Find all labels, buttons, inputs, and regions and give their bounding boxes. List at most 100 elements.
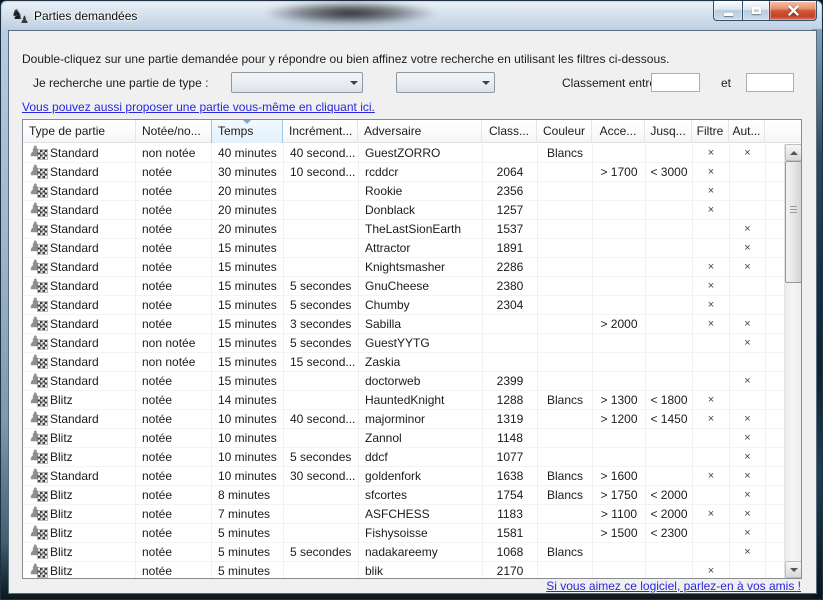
cell-rated: notée [136,296,212,314]
table-row[interactable]: ♟Standardnotée15 minutes5 secondesChumby… [23,296,784,315]
cell-above [593,296,646,314]
cell-color [538,315,593,333]
cell-above: > 1100 [593,505,646,523]
table-row[interactable]: ♟Blitznotée10 minutes5 secondesddcf1077× [23,448,784,467]
cell-above [593,562,646,578]
cell-filler [766,315,784,333]
cell-color [538,201,593,219]
column-header-7[interactable]: Acce... [592,120,645,143]
intro-text: Double-cliquez sur une partie demandée p… [22,52,669,66]
maximize-button[interactable] [742,1,770,21]
chess-pawn-icon: ♟ [30,450,47,465]
cell-time: 30 minutes [212,163,284,181]
table-row[interactable]: ♟Standardnotée10 minutes30 second...gold… [23,467,784,486]
cell-auto: × [730,334,766,352]
column-header-9[interactable]: Filtre [692,120,729,143]
scroll-up-button[interactable] [785,144,802,161]
cell-filler [766,410,784,428]
game-type-select[interactable] [231,72,363,93]
cell-rating: 2380 [483,277,538,295]
titlebar[interactable]: ♞ ♟ Parties demandées [1,1,822,31]
chess-pawn-icon: ♟ [30,469,47,484]
share-link[interactable]: Si vous aimez ce logiciel, parlez-en à v… [546,579,801,593]
cell-color: Blancs [538,144,593,162]
minimize-button[interactable] [713,1,742,21]
table-row[interactable]: ♟Standardnotée15 minutes5 secondesGnuChe… [23,277,784,296]
column-header-8[interactable]: Jusq... [645,120,692,143]
game-variant-select[interactable] [396,72,495,93]
rating-min-input[interactable] [651,73,700,92]
propose-game-link[interactable]: Vous pouvez aussi proposer une partie vo… [22,100,375,114]
table-row[interactable]: ♟Standardnotée10 minutes40 second...majo… [23,410,784,429]
column-header-6[interactable]: Couleur [537,120,592,143]
cell-color [538,220,593,238]
cell-type: ♟Standard [23,467,136,485]
cell-type: ♟Standard [23,410,136,428]
column-header-3[interactable]: Incrément... [283,120,358,143]
cell-below [646,277,693,295]
column-header-0[interactable]: Type de partie [23,120,136,143]
column-header-5[interactable]: Class... [482,120,537,143]
cell-filler [766,391,784,409]
rating-max-input[interactable] [746,73,794,92]
table-row[interactable]: ♟Standardnotée15 minutesAttractor1891× [23,239,784,258]
table-row[interactable]: ♟Blitznotée5 minutes5 secondesnadakareem… [23,543,784,562]
chess-pawn-icon: ♟ [30,279,47,294]
cell-below [646,239,693,257]
cell-increment: 40 second... [284,144,359,162]
column-header-1[interactable]: Notée/no... [136,120,212,143]
cell-rating: 1183 [483,505,538,523]
cell-increment [284,562,359,578]
table-row[interactable]: ♟Blitznotée10 minutesZannol1148× [23,429,784,448]
cell-rated: notée [136,163,212,181]
table-header-row: Type de partieNotée/no...TempsIncrément.… [23,120,801,143]
vertical-scrollbar[interactable] [784,144,801,578]
table-row[interactable]: ♟Blitznotée14 minutesHauntedKnight1288Bl… [23,391,784,410]
cell-rating: 1537 [483,220,538,238]
table-row[interactable]: ♟Blitznotée5 minutesFishysoisse1581> 150… [23,524,784,543]
table-row[interactable]: ♟Blitznotée7 minutesASFCHESS1183> 1100< … [23,505,784,524]
table-row[interactable]: ♟Standardnon notée15 minutes5 secondesGu… [23,334,784,353]
cell-rated: notée [136,220,212,238]
cell-type: ♟Blitz [23,448,136,466]
chess-pawn-icon: ♟ [30,545,47,560]
cell-below: < 2000 [646,486,693,504]
column-header-10[interactable]: Aut... [729,120,765,143]
cell-color: Blancs [538,391,593,409]
table-row[interactable]: ♟Standardnotée15 minutesKnightsmasher228… [23,258,784,277]
cell-auto: × [730,410,766,428]
cell-time: 5 minutes [212,562,284,578]
cell-filter: × [693,277,730,295]
scrollbar-thumb[interactable] [785,161,802,283]
cell-above: > 1750 [593,486,646,504]
cell-below [646,429,693,447]
cell-opponent: goldenfork [359,467,483,485]
cell-rated: notée [136,315,212,333]
cell-type: ♟Blitz [23,486,136,504]
cell-above [593,353,646,371]
table-row[interactable]: ♟Standardnotée20 minutesTheLastSionEarth… [23,220,784,239]
cell-rating: 2064 [483,163,538,181]
table-row[interactable]: ♟Blitznotée8 minutessfcortes1754Blancs> … [23,486,784,505]
chess-pawn-icon: ♟ [30,526,47,541]
cell-auto: × [730,315,766,333]
table-row[interactable]: ♟Standardnotée30 minutes10 second...rcdd… [23,163,784,182]
table-row[interactable]: ♟Standardnon notée40 minutes40 second...… [23,144,784,163]
rating-range-label: Classement entre [562,76,656,90]
cell-increment: 5 secondes [284,277,359,295]
cell-above [593,182,646,200]
cell-filler [766,163,784,181]
table-row[interactable]: ♟Standardnotée15 minutesdoctorweb2399× [23,372,784,391]
table-row[interactable]: ♟Standardnon notée15 minutes15 second...… [23,353,784,372]
column-header-4[interactable]: Adversaire [358,120,482,143]
close-button[interactable] [770,1,817,21]
table-row[interactable]: ♟Blitznotée5 minutesblik2170× [23,562,784,578]
scroll-down-button[interactable] [785,561,802,578]
cell-type: ♟Standard [23,372,136,390]
cell-increment: 5 secondes [284,296,359,314]
cell-increment [284,391,359,409]
table-row[interactable]: ♟Standardnotée20 minutesDonblack1257× [23,201,784,220]
column-header-2[interactable]: Temps [211,120,283,143]
table-row[interactable]: ♟Standardnotée20 minutesRookie2356× [23,182,784,201]
table-row[interactable]: ♟Standardnotée15 minutes3 secondesSabill… [23,315,784,334]
